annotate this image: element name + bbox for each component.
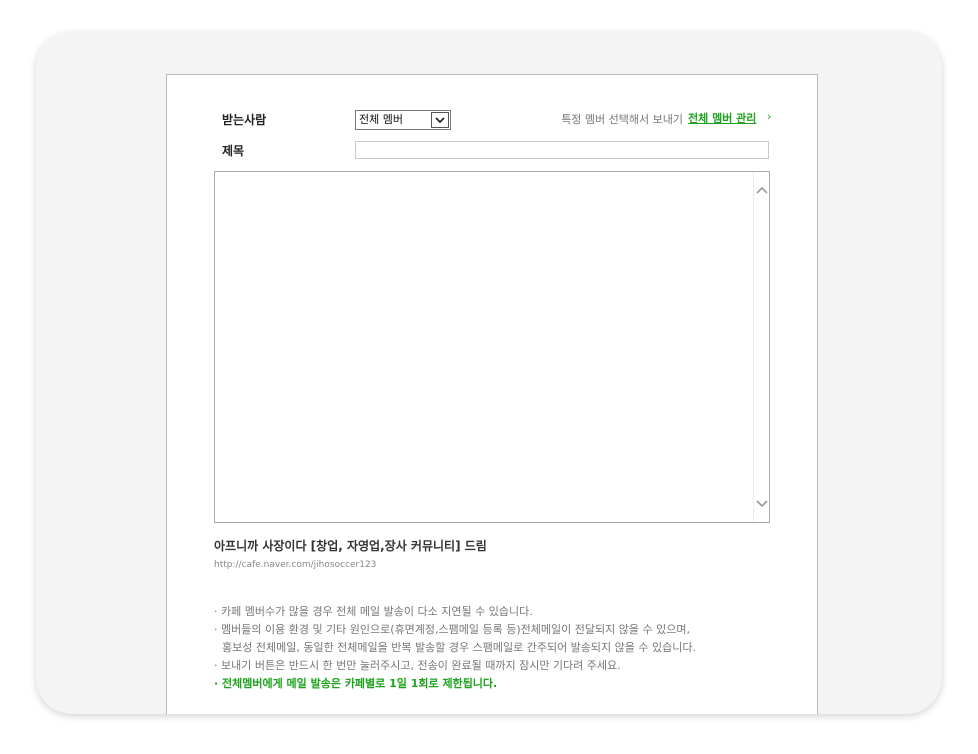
select-arrow-button[interactable]: [431, 112, 449, 128]
chevron-down-icon: [435, 116, 445, 123]
chevron-up-icon[interactable]: [756, 186, 768, 194]
recipient-select[interactable]: 전체 멤버: [355, 110, 451, 130]
textarea-scrollbar[interactable]: [753, 172, 769, 522]
manage-all-members-link[interactable]: 전체 멤버 관리: [688, 110, 756, 126]
subject-label: 제목: [222, 144, 245, 158]
cafe-url: http://cafe.naver.com/jihosoccer123: [214, 560, 377, 570]
card-frame: 받는사람 전체 멤버 특정 멤버 선택해서 보내기 전체 멤버 관리 › 제목: [36, 32, 942, 714]
notice-item: · 보내기 버튼은 반드시 한 번만 눌러주시고, 전송이 완료될 때까지 잠시…: [214, 659, 621, 672]
mail-body-textarea[interactable]: [214, 171, 770, 523]
cafe-name: 아프니까 사장이다 [창업, 자영업,장사 커뮤니티] 드림: [214, 539, 487, 553]
recipient-select-value: 전체 멤버: [359, 113, 403, 126]
mail-compose-panel: 받는사람 전체 멤버 특정 멤버 선택해서 보내기 전체 멤버 관리 › 제목: [166, 74, 818, 714]
chevron-down-icon[interactable]: [756, 500, 768, 508]
notice-item-highlight: · 전체멤버에게 메일 발송은 카페별로 1일 1회로 제한됩니다.: [214, 677, 498, 690]
notice-item: · 카페 멤버수가 많을 경우 전체 메일 발송이 다소 지연될 수 있습니다.: [214, 605, 533, 618]
notice-item: 홍보성 전체메일, 동일한 전체메일을 반복 발송할 경우 스팸메일로 간주되어…: [222, 641, 696, 654]
recipient-label: 받는사람: [222, 113, 267, 127]
manage-link-bullet: ›: [767, 110, 772, 123]
subject-input[interactable]: [355, 141, 769, 159]
notice-list: · 카페 멤버수가 많을 경우 전체 메일 발송이 다소 지연될 수 있습니다.…: [214, 603, 814, 693]
notice-item: · 멤버들의 이용 환경 및 기타 원인으로(휴면계정,스팸메일 등록 등)전체…: [214, 623, 690, 636]
select-specific-member-text: 특정 멤버 선택해서 보내기: [561, 113, 683, 126]
